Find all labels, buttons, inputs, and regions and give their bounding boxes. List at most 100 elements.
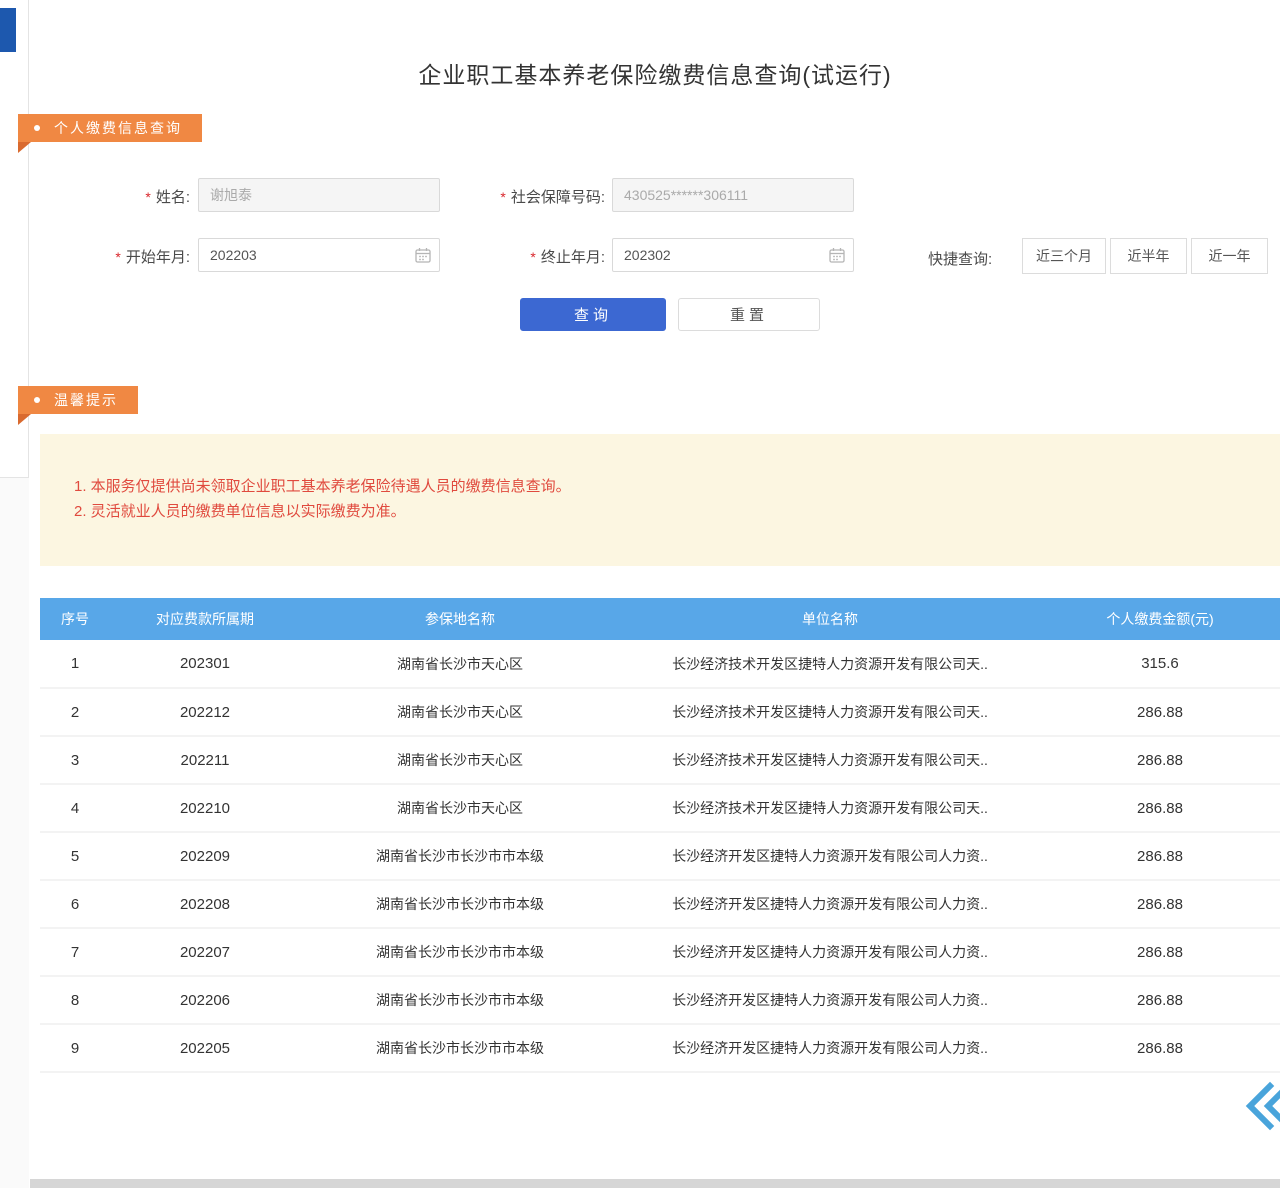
table-row: 1 202301 湖南省长沙市天心区 长沙经济技术开发区捷特人力资源开发有限公司…	[40, 640, 1280, 688]
cell-place: 湖南省长沙市天心区	[300, 784, 620, 832]
cell-period: 202301	[110, 640, 300, 688]
cell-period: 202205	[110, 1024, 300, 1072]
cell-place: 湖南省长沙市长沙市市本级	[300, 928, 620, 976]
required-mark: *	[500, 189, 505, 205]
notice-line-1: 1. 本服务仅提供尚未领取企业职工基本养老保险待遇人员的缴费信息查询。	[40, 434, 1280, 499]
ssn-field-wrap	[612, 178, 854, 212]
cell-amount: 286.88	[1040, 976, 1280, 1024]
badge-fold	[18, 414, 31, 425]
required-mark: *	[115, 249, 120, 265]
bullet-dot-icon	[34, 125, 40, 131]
cell-employer: 长沙经济技术开发区捷特人力资源开发有限公司天..	[620, 736, 1040, 784]
cell-place: 湖南省长沙市天心区	[300, 736, 620, 784]
page: 企业职工基本养老保险缴费信息查询(试运行) 个人缴费信息查询 *姓名: *社会保…	[0, 0, 1280, 1188]
table-row: 2 202212 湖南省长沙市天心区 长沙经济技术开发区捷特人力资源开发有限公司…	[40, 688, 1280, 736]
table-row: 6 202208 湖南省长沙市长沙市市本级 长沙经济开发区捷特人力资源开发有限公…	[40, 880, 1280, 928]
page-title: 企业职工基本养老保险缴费信息查询(试运行)	[30, 56, 1280, 90]
cell-period: 202210	[110, 784, 300, 832]
start-month-input[interactable]	[198, 238, 440, 272]
cell-seq: 7	[40, 928, 110, 976]
cell-period: 202209	[110, 832, 300, 880]
query-button[interactable]: 查询	[520, 298, 666, 331]
table-header-row: 序号 对应费款所属期 参保地名称 单位名称 个人缴费金额(元)	[40, 598, 1280, 640]
cell-amount: 286.88	[1040, 736, 1280, 784]
ssn-input	[612, 178, 854, 212]
bullet-dot-icon	[34, 397, 40, 403]
end-month-field-wrap	[612, 238, 854, 272]
col-header-period: 对应费款所属期	[110, 598, 300, 640]
cell-amount: 286.88	[1040, 928, 1280, 976]
col-header-employer: 单位名称	[620, 598, 1040, 640]
cell-period: 202206	[110, 976, 300, 1024]
end-month-input[interactable]	[612, 238, 854, 272]
cell-period: 202208	[110, 880, 300, 928]
cell-amount: 315.6	[1040, 640, 1280, 688]
required-mark: *	[145, 189, 150, 205]
name-input	[198, 178, 440, 212]
table-row: 7 202207 湖南省长沙市长沙市市本级 长沙经济开发区捷特人力资源开发有限公…	[40, 928, 1280, 976]
cell-amount: 286.88	[1040, 880, 1280, 928]
cell-seq: 9	[40, 1024, 110, 1072]
table-row: 4 202210 湖南省长沙市天心区 长沙经济技术开发区捷特人力资源开发有限公司…	[40, 784, 1280, 832]
table-row: 5 202209 湖南省长沙市长沙市市本级 长沙经济开发区捷特人力资源开发有限公…	[40, 832, 1280, 880]
cell-place: 湖南省长沙市天心区	[300, 688, 620, 736]
notice-line-2: 2. 灵活就业人员的缴费单位信息以实际缴费为准。	[40, 499, 1280, 524]
cell-amount: 286.88	[1040, 1024, 1280, 1072]
cell-amount: 286.88	[1040, 688, 1280, 736]
table-row: 8 202206 湖南省长沙市长沙市市本级 长沙经济开发区捷特人力资源开发有限公…	[40, 976, 1280, 1024]
quick-query-label: 快捷查询:	[928, 248, 992, 269]
cell-period: 202211	[110, 736, 300, 784]
cell-employer: 长沙经济技术开发区捷特人力资源开发有限公司天..	[620, 688, 1040, 736]
cell-amount: 286.88	[1040, 784, 1280, 832]
cell-employer: 长沙经济技术开发区捷特人力资源开发有限公司天..	[620, 784, 1040, 832]
badge-fold	[18, 142, 31, 153]
cell-period: 202207	[110, 928, 300, 976]
cell-place: 湖南省长沙市长沙市市本级	[300, 832, 620, 880]
cell-place: 湖南省长沙市天心区	[300, 640, 620, 688]
cell-seq: 1	[40, 640, 110, 688]
cell-place: 湖南省长沙市长沙市市本级	[300, 1024, 620, 1072]
section-badge-tips-label: 温馨提示	[54, 392, 118, 408]
start-month-field-wrap	[198, 238, 440, 272]
table-row: 9 202205 湖南省长沙市长沙市市本级 长沙经济开发区捷特人力资源开发有限公…	[40, 1024, 1280, 1072]
cell-seq: 6	[40, 880, 110, 928]
sidebar-accent	[0, 8, 16, 52]
cell-seq: 2	[40, 688, 110, 736]
cell-amount: 286.88	[1040, 832, 1280, 880]
cell-employer: 长沙经济技术开发区捷特人力资源开发有限公司天..	[620, 640, 1040, 688]
section-badge-tips: 温馨提示	[18, 386, 138, 414]
double-chevron-left-icon[interactable]	[1240, 1080, 1280, 1132]
cell-seq: 4	[40, 784, 110, 832]
cell-place: 湖南省长沙市长沙市市本级	[300, 880, 620, 928]
bottom-strip	[30, 1179, 1280, 1188]
required-mark: *	[530, 249, 535, 265]
ssn-label: *社会保障号码:	[455, 186, 605, 207]
cell-seq: 3	[40, 736, 110, 784]
quick-btn-3months[interactable]: 近三个月	[1022, 238, 1106, 274]
cell-employer: 长沙经济开发区捷特人力资源开发有限公司人力资..	[620, 976, 1040, 1024]
name-label: *姓名:	[60, 186, 190, 207]
section-badge-query: 个人缴费信息查询	[18, 114, 202, 142]
notice-box: 1. 本服务仅提供尚未领取企业职工基本养老保险待遇人员的缴费信息查询。 2. 灵…	[40, 434, 1280, 566]
cell-place: 湖南省长沙市长沙市市本级	[300, 976, 620, 1024]
results-table: 序号 对应费款所属期 参保地名称 单位名称 个人缴费金额(元) 1 202301…	[40, 598, 1280, 1073]
cell-employer: 长沙经济开发区捷特人力资源开发有限公司人力资..	[620, 1024, 1040, 1072]
calendar-icon[interactable]	[829, 247, 845, 263]
calendar-icon[interactable]	[415, 247, 431, 263]
table-row: 3 202211 湖南省长沙市天心区 长沙经济技术开发区捷特人力资源开发有限公司…	[40, 736, 1280, 784]
cell-period: 202212	[110, 688, 300, 736]
cell-employer: 长沙经济开发区捷特人力资源开发有限公司人力资..	[620, 928, 1040, 976]
cell-employer: 长沙经济开发区捷特人力资源开发有限公司人力资..	[620, 880, 1040, 928]
col-header-place: 参保地名称	[300, 598, 620, 640]
cell-seq: 5	[40, 832, 110, 880]
reset-button[interactable]: 重置	[678, 298, 820, 331]
cell-employer: 长沙经济开发区捷特人力资源开发有限公司人力资..	[620, 832, 1040, 880]
quick-btn-6months[interactable]: 近半年	[1110, 238, 1187, 274]
section-badge-query-label: 个人缴费信息查询	[54, 120, 182, 136]
col-header-seq: 序号	[40, 598, 110, 640]
col-header-amount: 个人缴费金额(元)	[1040, 598, 1280, 640]
quick-btn-1year[interactable]: 近一年	[1191, 238, 1268, 274]
start-month-label: *开始年月:	[60, 246, 190, 267]
end-month-label: *终止年月:	[455, 246, 605, 267]
cell-seq: 8	[40, 976, 110, 1024]
